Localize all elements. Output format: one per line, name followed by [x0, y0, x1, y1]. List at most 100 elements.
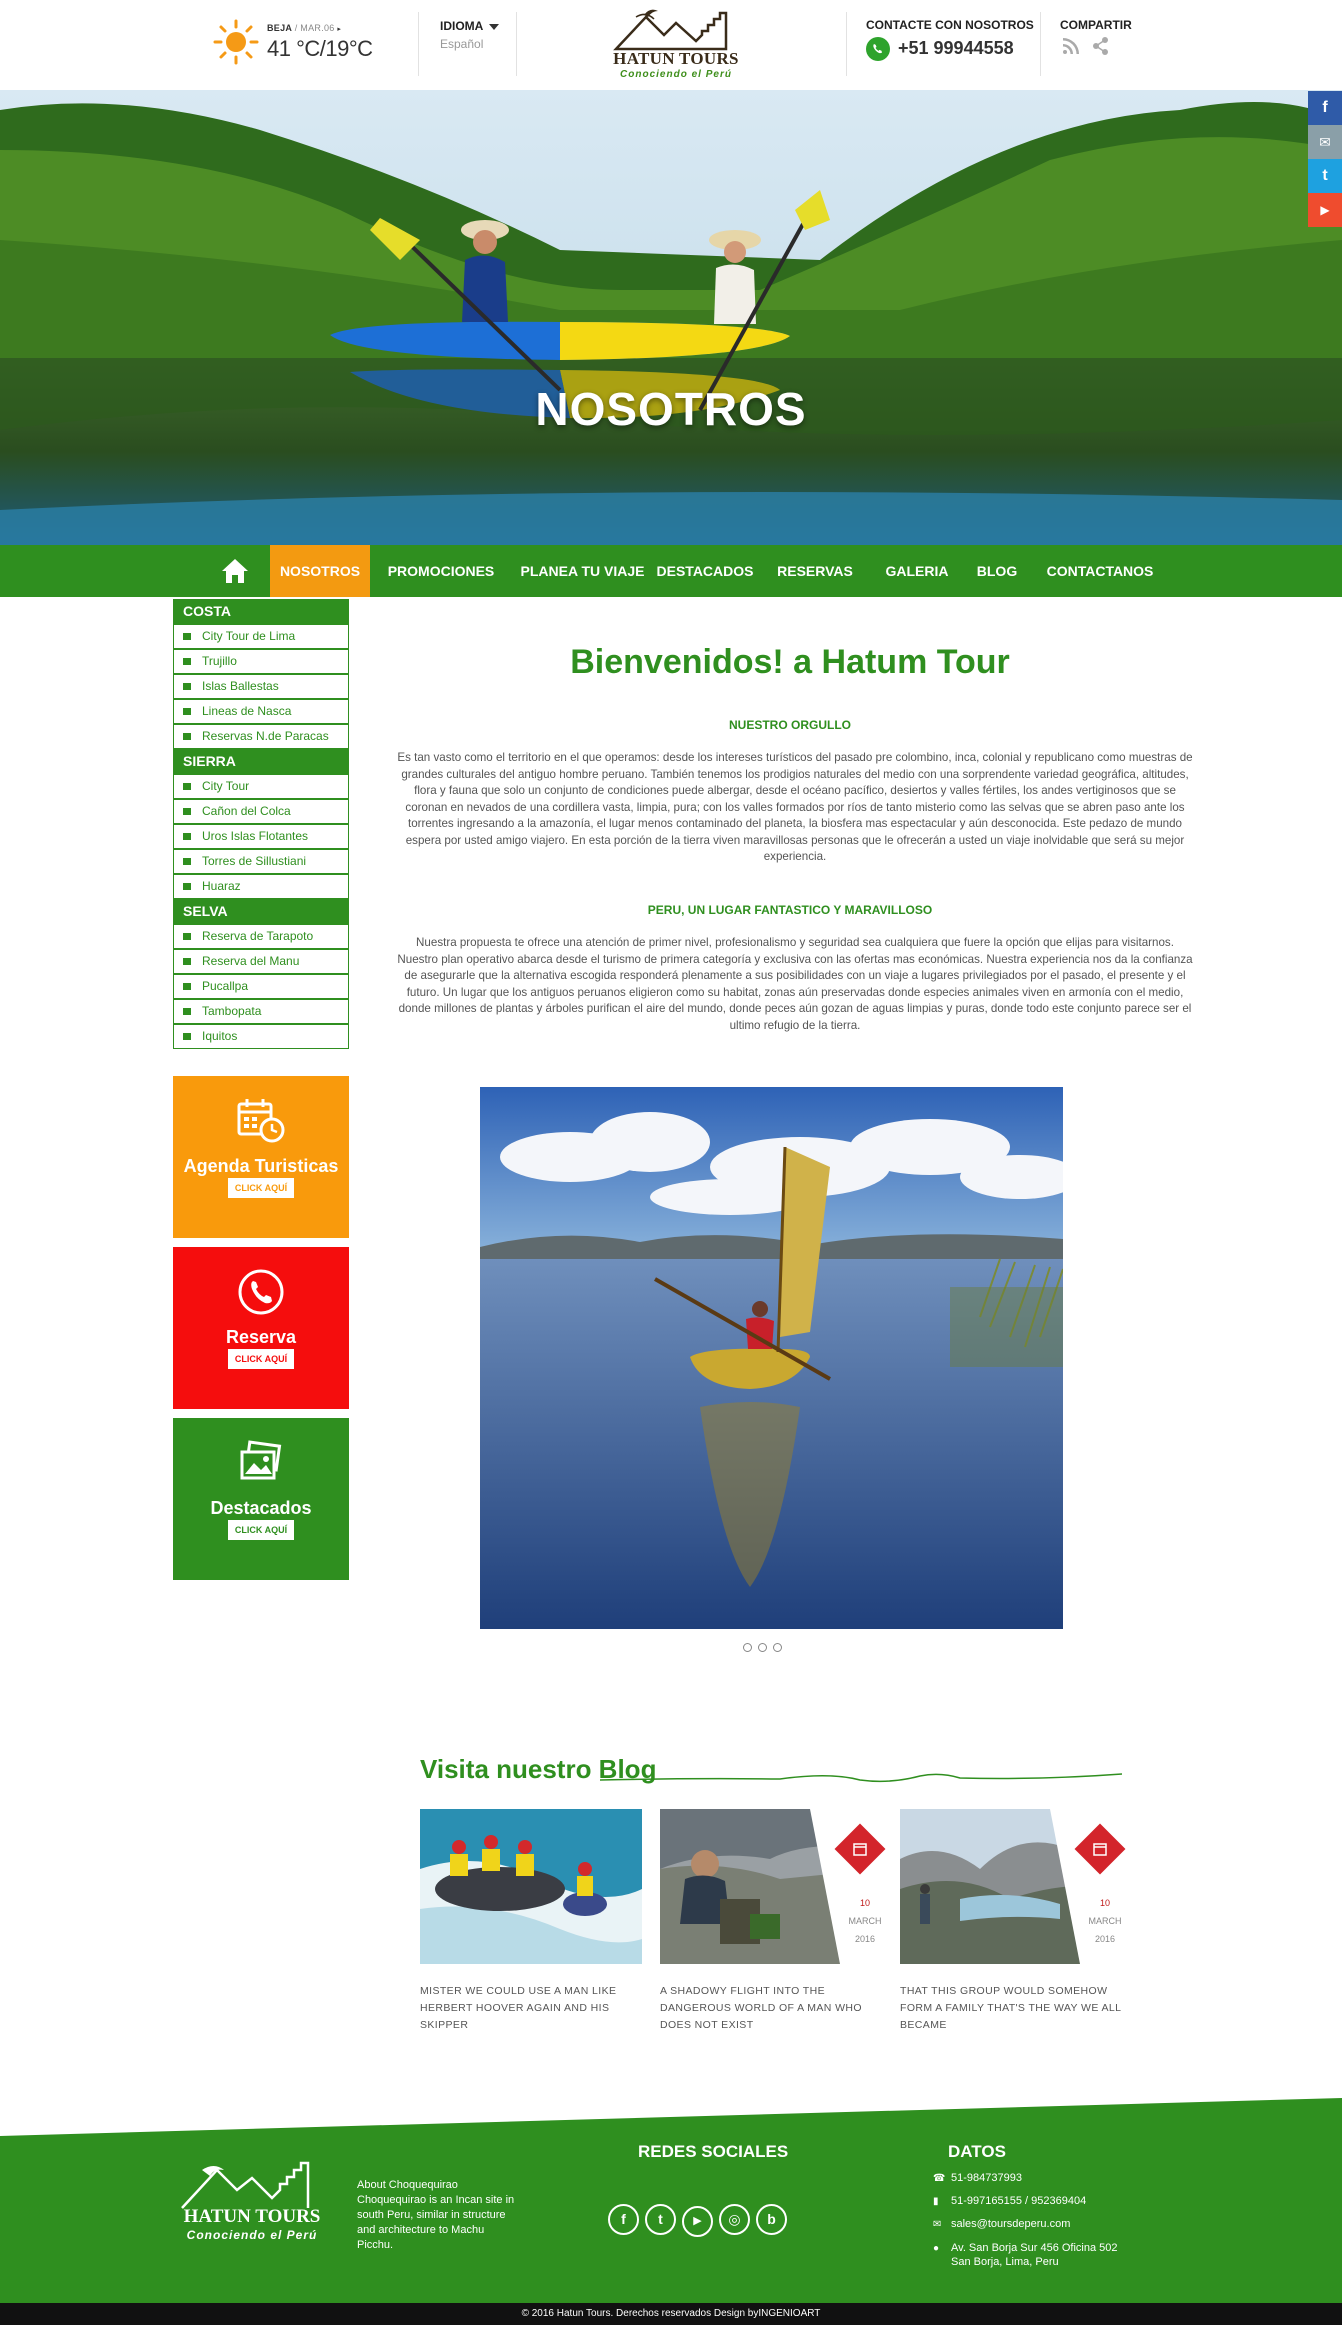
rss-icon	[1063, 38, 1079, 54]
calendar-icon	[1093, 1843, 1107, 1856]
footer-address: ● Av. San Borja Sur 456 Oficina 502	[933, 2242, 1118, 2254]
footer-email[interactable]: ✉ sales@toursdeperu.com	[933, 2218, 1070, 2230]
mobile-icon: ▮	[933, 2196, 939, 2207]
nav-planea-tu-viaje[interactable]: PLANEA TU VIAJE	[515, 545, 650, 597]
agenda-box[interactable]: Agenda Turisticas CLICK AQUÍ	[173, 1076, 349, 1238]
section-text: Nuestra propuesta te ofrece una atención…	[397, 936, 1193, 1032]
hero-banner: NOSOTROS	[0, 90, 1342, 545]
sidebar-item[interactable]: Pucallpa	[173, 974, 349, 999]
calendar-icon	[237, 1099, 285, 1143]
hero-title: NOSOTROS	[535, 383, 807, 435]
blog-post-caption[interactable]: A SHADOWY FLIGHT INTO THE DANGEROUS WORL…	[660, 1983, 882, 2034]
blogger-icon[interactable]: b	[756, 2204, 787, 2235]
reserva-title: Reserva	[225, 1327, 297, 1347]
sidebar-item[interactable]: Islas Ballestas	[173, 674, 349, 699]
sidebar-item[interactable]: Uros Islas Flotantes	[173, 824, 349, 849]
twitter-icon[interactable]: t	[1308, 159, 1342, 193]
sidebar-item[interactable]: Cañon del Colca	[173, 799, 349, 824]
share-icon	[1093, 37, 1108, 55]
slider-dot[interactable]	[743, 1643, 752, 1652]
contact-phone[interactable]: +51 99944558	[898, 38, 1014, 59]
side-social-bar: f ✉ t ▶	[1308, 91, 1342, 227]
sidebar-item[interactable]: Reserva del Manu	[173, 949, 349, 974]
weather-temperature: 41 °C/19°C	[267, 36, 373, 61]
image-slider[interactable]	[480, 1087, 1063, 1629]
whatsapp-icon	[866, 37, 890, 61]
calendar-icon	[853, 1843, 867, 1856]
twitter-icon[interactable]: t	[645, 2204, 676, 2235]
data-title: DATOS	[948, 2142, 1006, 2161]
share-icons	[1062, 36, 1112, 56]
social-title: REDES SOCIALES	[638, 2142, 789, 2161]
section-title: NUESTRO ORGULLO	[729, 718, 851, 732]
slider-dots	[743, 1639, 803, 1653]
about-text: Choquequirao is an Incan site in south P…	[357, 2194, 515, 2251]
footer-social: f t ▶ ◎ b	[608, 2204, 793, 2237]
sidebar-item[interactable]: Lineas de Nasca	[173, 699, 349, 724]
facebook-icon[interactable]: f	[608, 2204, 639, 2235]
youtube-icon[interactable]: ▶	[682, 2206, 713, 2237]
home-icon[interactable]	[205, 545, 265, 597]
footer-phone2[interactable]: ▮ 51-997165155 / 952369404	[933, 2195, 1086, 2207]
phone-icon: ☎	[933, 2173, 946, 2184]
slider-dot[interactable]	[773, 1643, 782, 1652]
language-value[interactable]: Español	[440, 37, 483, 51]
blog-post-caption[interactable]: THAT THIS GROUP WOULD SOMEHOW FORM A FAM…	[900, 1983, 1122, 2034]
sidebar-item[interactable]: Torres de Sillustiani	[173, 849, 349, 874]
destacados-box[interactable]: Destacados CLICK AQUÍ	[173, 1418, 349, 1580]
section-title: PERU, UN LUGAR FANTASTICO Y MARAVILLOSO	[647, 903, 933, 917]
agenda-click-button[interactable]: CLICK AQUÍ	[228, 1178, 294, 1198]
category-costa: COSTA	[173, 599, 349, 624]
email-icon[interactable]: ✉	[1308, 125, 1342, 159]
about-title: About Choquequirao	[357, 2179, 458, 2191]
sidebar-item[interactable]: Tambopata	[173, 999, 349, 1024]
blog-post-image[interactable]	[420, 1809, 642, 1964]
footer-phone1[interactable]: ☎ 51-984737993	[933, 2172, 1022, 2184]
nav-promociones[interactable]: PROMOCIONES	[382, 545, 500, 597]
post-date: 10 MARCH 2016	[1088, 1898, 1122, 1944]
site-logo[interactable]: HATUN TOURS Conociendo el Perú	[606, 5, 746, 83]
logo-mountain-icon	[613, 9, 728, 51]
post-date: 10 MARCH 2016	[848, 1898, 882, 1944]
site-header: BEJA / MAR.06 ▸ 41 °C/19°C IDIOMA Españo…	[0, 0, 1342, 90]
slider-image	[480, 1087, 1063, 1629]
category-sierra: SIERRA	[173, 749, 349, 774]
blog-post-caption[interactable]: MISTER WE COULD USE A MAN LIKE HERBERT H…	[420, 1983, 642, 2034]
sidebar: COSTA City Tour de Lima Trujillo Islas B…	[173, 599, 349, 1049]
footer-address-line2: San Borja, Lima, Peru	[951, 2256, 1059, 2268]
nav-reservas[interactable]: RESERVAS	[770, 545, 860, 597]
nav-destacados[interactable]: DESTACADOS	[655, 545, 755, 597]
logo-mountain-icon	[181, 2161, 310, 2209]
sidebar-item[interactable]: Reserva de Tarapoto	[173, 924, 349, 949]
nav-galeria[interactable]: GALERIA	[875, 545, 959, 597]
reserva-box[interactable]: Reserva CLICK AQUÍ	[173, 1247, 349, 1409]
nav-blog[interactable]: BLOG	[968, 545, 1026, 597]
nav-contactanos[interactable]: CONTACTANOS	[1038, 545, 1162, 597]
slider-dot[interactable]	[758, 1643, 767, 1652]
sidebar-item[interactable]: Trujillo	[173, 649, 349, 674]
instagram-icon[interactable]: ◎	[719, 2204, 750, 2235]
category-selva: SELVA	[173, 899, 349, 924]
destacados-click-button[interactable]: CLICK AQUÍ	[228, 1520, 294, 1540]
footer-logo-subtitle: Conociendo el Perú	[186, 2228, 318, 2242]
nav-nosotros[interactable]: NOSOTROS	[270, 545, 370, 597]
reserva-click-button[interactable]: CLICK AQUÍ	[228, 1349, 294, 1369]
logo-title: HATUN TOURS	[613, 49, 739, 68]
location-icon: ●	[933, 2243, 940, 2254]
sidebar-item[interactable]: Huaraz	[173, 874, 349, 899]
youtube-icon[interactable]: ▶	[1308, 193, 1342, 227]
share-title: COMPARTIR	[1060, 18, 1132, 32]
logo-subtitle: Conociendo el Perú	[620, 69, 732, 80]
sidebar-item[interactable]: Iquitos	[173, 1024, 349, 1049]
sidebar-item[interactable]: City Tour de Lima	[173, 624, 349, 649]
gallery-icon	[240, 1440, 282, 1480]
main-nav: NOSOTROS PROMOCIONES PLANEA TU VIAJE DES…	[0, 545, 1342, 597]
hero-image	[0, 90, 1342, 545]
language-dropdown[interactable]: IDIOMA	[440, 19, 500, 33]
sidebar-item[interactable]: Reservas N.de Paracas	[173, 724, 349, 749]
sidebar-item[interactable]: City Tour	[173, 774, 349, 799]
facebook-icon[interactable]: f	[1308, 91, 1342, 125]
weather-location: BEJA / MAR.06 ▸	[267, 23, 342, 33]
footer-logo[interactable]: HATUN TOURS Conociendo el Perú	[172, 2150, 332, 2250]
section-text: Es tan vasto como el territorio en el qu…	[397, 751, 1193, 863]
